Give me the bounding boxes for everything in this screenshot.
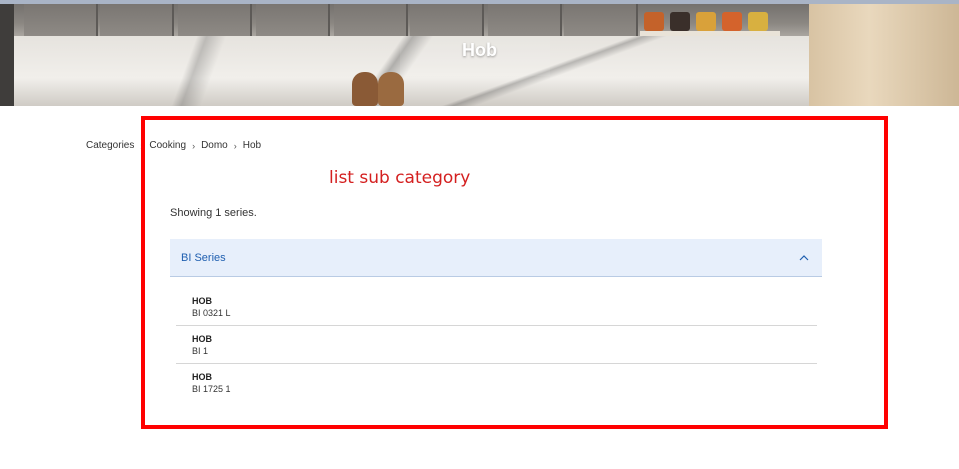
product-item[interactable]: HOB BI 1725 1 bbox=[176, 364, 817, 402]
cutting-board bbox=[378, 72, 404, 106]
breadcrumb: Categories › Cooking › Domo › Hob bbox=[86, 140, 261, 151]
breadcrumb-separator: › bbox=[192, 140, 196, 151]
breadcrumb-separator: › bbox=[140, 140, 144, 151]
cutting-board bbox=[352, 72, 378, 106]
breadcrumb-domo[interactable]: Domo bbox=[201, 140, 228, 151]
breadcrumb-separator: › bbox=[233, 140, 237, 151]
hero-banner: Hob bbox=[0, 0, 959, 106]
product-type: HOB bbox=[192, 372, 212, 382]
cabinet-door bbox=[100, 4, 174, 36]
spice-jar bbox=[644, 12, 664, 31]
product-type: HOB bbox=[192, 296, 212, 306]
cabinet-door bbox=[256, 4, 330, 36]
chevron-up-icon[interactable] bbox=[799, 253, 809, 263]
product-item[interactable]: HOB BI 0321 L bbox=[176, 288, 817, 326]
cabinet-door bbox=[178, 4, 252, 36]
product-code: BI 1 bbox=[192, 346, 209, 356]
breadcrumb-categories[interactable]: Categories bbox=[86, 140, 134, 151]
cabinet-door bbox=[488, 4, 562, 36]
breadcrumb-hob: Hob bbox=[242, 140, 262, 151]
product-item[interactable]: HOB BI 1 bbox=[176, 326, 817, 364]
spice-jar bbox=[722, 12, 742, 31]
product-code: BI 1725 1 bbox=[192, 384, 231, 394]
cabinet-door bbox=[24, 4, 98, 36]
cabinet-door bbox=[334, 4, 408, 36]
spice-jar bbox=[670, 12, 690, 31]
cabinet-door bbox=[410, 4, 484, 36]
page-title: Hob bbox=[462, 40, 497, 60]
results-count: Showing 1 series. bbox=[170, 207, 257, 219]
spice-jar bbox=[748, 12, 768, 31]
spice-jar bbox=[696, 12, 716, 31]
annotation-label: list sub category bbox=[329, 168, 471, 188]
series-title: BI Series bbox=[181, 251, 226, 264]
breadcrumb-cooking[interactable]: Cooking bbox=[149, 140, 186, 151]
product-list: HOB BI 0321 L HOB BI 1 HOB BI 1725 1 bbox=[176, 288, 817, 402]
product-type: HOB bbox=[192, 334, 212, 344]
series-accordion-header[interactable]: BI Series bbox=[170, 239, 822, 277]
product-code: BI 0321 L bbox=[192, 308, 231, 318]
spice-shelf bbox=[640, 31, 780, 36]
cabinet-door bbox=[564, 4, 638, 36]
